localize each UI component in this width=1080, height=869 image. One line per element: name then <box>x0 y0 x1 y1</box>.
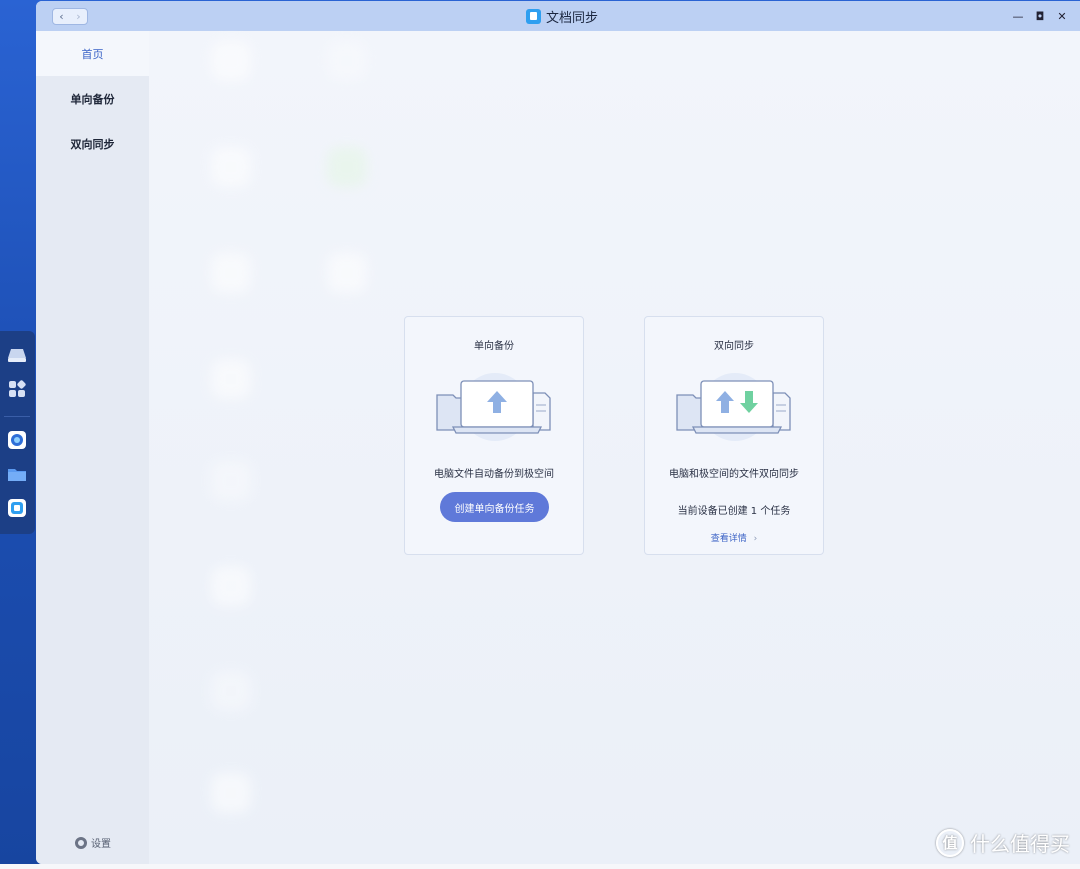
close-button[interactable]: ✕ <box>1054 9 1070 23</box>
ghost-icon <box>327 41 367 81</box>
settings-label: 设置 <box>91 839 111 850</box>
window-title: 文档同步 <box>526 7 599 26</box>
watermark: 值 什么值得买 <box>936 828 1070 857</box>
ghost-icon <box>327 253 367 293</box>
backup-illustration-icon <box>436 373 551 441</box>
one-way-backup-card: 单向备份 电脑文件自动备份到极空间 创建单向备份任务 <box>404 316 584 555</box>
create-backup-task-button[interactable]: 创建单向备份任务 <box>440 492 549 522</box>
ghost-icon <box>211 461 251 501</box>
title-bar: ‹ › 文档同步 — ◘ ✕ <box>36 1 1080 31</box>
watermark-logo: 值 <box>936 828 964 857</box>
view-details-label: 查看详情 <box>710 534 747 544</box>
dock-separator <box>4 416 30 417</box>
ghost-icon <box>211 253 251 293</box>
chevron-right-icon: › <box>753 534 758 544</box>
app-window: ‹ › 文档同步 — ◘ ✕ 首页 单向备份 双向同步 设置 单向备份 电脑文件… <box>36 1 1080 864</box>
ghost-icon <box>211 41 251 81</box>
card-title: 双向同步 <box>714 341 754 352</box>
view-details-link[interactable]: 查看详情 › <box>645 531 823 544</box>
sidebar: 首页 单向备份 双向同步 设置 <box>36 31 149 864</box>
dock <box>0 331 35 534</box>
card-description: 电脑文件自动备份到极空间 <box>434 469 554 480</box>
drive-icon[interactable] <box>7 345 27 365</box>
browser-icon[interactable] <box>7 430 27 450</box>
ghost-icon <box>211 359 251 399</box>
back-button[interactable]: ‹ <box>53 9 70 24</box>
ghost-icon <box>211 566 251 606</box>
doc-sync-app-icon <box>526 8 541 24</box>
main-content: 单向备份 电脑文件自动备份到极空间 创建单向备份任务 双向同步 电脑和极空间的文… <box>149 31 1080 864</box>
minimize-button[interactable]: — <box>1010 9 1026 23</box>
bottom-strip <box>0 864 1080 869</box>
nav-buttons: ‹ › <box>52 8 88 25</box>
two-way-sync-card: 双向同步 电脑和极空间的文件双向同步 当前设备已创建 1 个任务 查看详情 › <box>644 316 824 555</box>
forward-button[interactable]: › <box>70 9 87 24</box>
ghost-icon <box>211 773 251 813</box>
folder-icon[interactable] <box>7 464 27 484</box>
card-description: 电脑和极空间的文件双向同步 <box>669 469 799 480</box>
window-controls: — ◘ ✕ <box>1010 9 1070 23</box>
ghost-icon <box>327 147 367 187</box>
sidebar-item-one-way-backup[interactable]: 单向备份 <box>36 76 149 121</box>
sync-illustration-icon <box>676 373 791 441</box>
settings-button[interactable]: 设置 <box>75 835 111 850</box>
window-title-text: 文档同步 <box>546 10 599 26</box>
gear-icon <box>75 836 87 849</box>
watermark-text: 什么值得买 <box>970 832 1070 856</box>
sidebar-item-home[interactable]: 首页 <box>36 31 149 76</box>
card-title: 单向备份 <box>474 341 514 352</box>
ghost-icon <box>211 147 251 187</box>
maximize-button[interactable]: ◘ <box>1032 9 1048 23</box>
apps-grid-icon[interactable] <box>7 379 27 399</box>
sidebar-item-two-way-sync[interactable]: 双向同步 <box>36 121 149 166</box>
doc-sync-icon[interactable] <box>7 498 27 518</box>
task-count-status: 当前设备已创建 1 个任务 <box>677 506 791 517</box>
ghost-icon <box>211 671 251 711</box>
